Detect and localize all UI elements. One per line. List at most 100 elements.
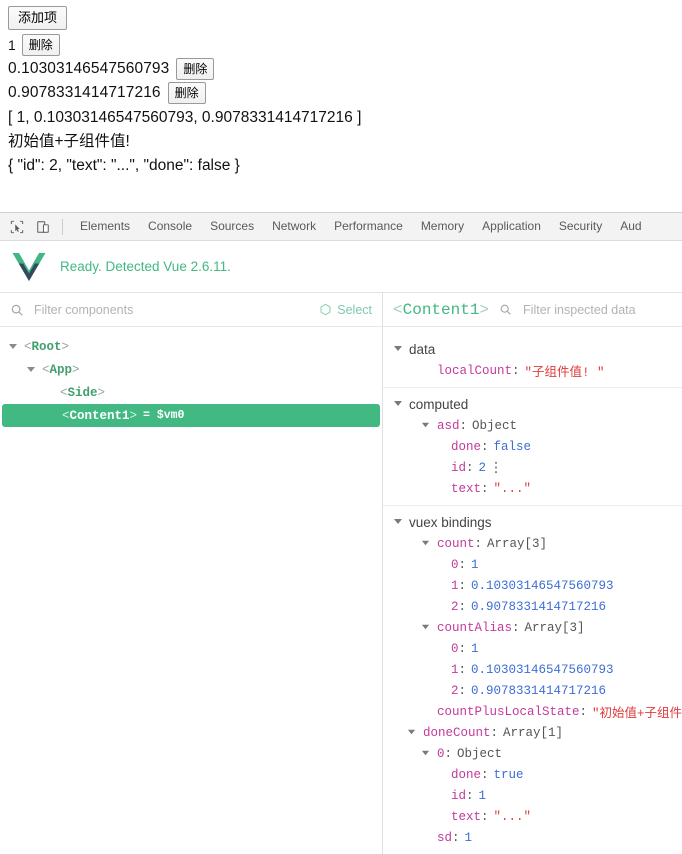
- search-icon: [10, 303, 24, 317]
- inspector-row[interactable]: countPlusLocalState: "初始值+子组件值! ": [383, 701, 682, 722]
- key-value-separator: :: [458, 557, 467, 572]
- inspector-key: 2: [451, 683, 459, 698]
- key-value-separator: :: [466, 460, 474, 475]
- inspector-key: countPlusLocalState: [437, 704, 580, 719]
- inspector-value: true: [493, 767, 524, 782]
- inspector-group-name: data: [409, 341, 436, 357]
- devtools-tab-application[interactable]: Application: [473, 213, 550, 240]
- inspector-row[interactable]: id:1: [383, 785, 682, 806]
- inspector-pane: <Content1> data localCount: "子组件值! " comput…: [383, 293, 682, 854]
- item-value: 0.9078331414717216: [8, 84, 161, 102]
- tree-node-label: <Side>: [60, 385, 106, 400]
- inspector-row[interactable]: 1:0.10303146547560793: [383, 575, 682, 596]
- inspector-key: 0: [437, 746, 445, 761]
- component-filter-input[interactable]: [32, 301, 320, 318]
- delete-item-button[interactable]: 删除: [176, 58, 215, 81]
- inspector-key: 0: [451, 557, 459, 572]
- inspector-row[interactable]: text: "...": [383, 806, 682, 827]
- inspector-group-header[interactable]: computed: [383, 393, 682, 415]
- inspector-value: Object: [457, 746, 503, 761]
- devtools-tab-sources[interactable]: Sources: [201, 213, 263, 240]
- item-value: 0.10303146547560793: [8, 60, 170, 78]
- item-row: 0.9078331414717216 删除: [8, 82, 682, 105]
- tree-node-label: <Content1>: [62, 408, 138, 423]
- inspector-value: 1: [471, 641, 479, 656]
- chevron-down-icon[interactable]: [8, 341, 20, 353]
- devtools-tab-network[interactable]: Network: [263, 213, 325, 240]
- devtools-tab-memory[interactable]: Memory: [412, 213, 473, 240]
- inspector-row[interactable]: done: true: [383, 764, 682, 785]
- inspector-value: Array[1]: [503, 725, 564, 740]
- row-actions-icon[interactable]: [494, 461, 498, 474]
- devtools-tab-elements[interactable]: Elements: [71, 213, 139, 240]
- inspector-row[interactable]: count: Array[3]: [383, 533, 682, 554]
- inspector-group-header[interactable]: data: [383, 338, 682, 360]
- inspector-row[interactable]: doneCount: Array[1]: [383, 722, 682, 743]
- chevron-down-icon[interactable]: [421, 622, 433, 634]
- tree-node-label: <Root>: [24, 339, 70, 354]
- chevron-down-icon[interactable]: [26, 364, 38, 376]
- devtools-tab-performance[interactable]: Performance: [325, 213, 412, 240]
- add-item-button[interactable]: 添加项: [8, 6, 68, 30]
- inspector-value: Object: [472, 418, 518, 433]
- key-value-separator: :: [512, 620, 520, 635]
- delete-item-button[interactable]: 删除: [21, 34, 60, 57]
- device-toolbar-icon[interactable]: [32, 217, 54, 237]
- chevron-down-icon[interactable]: [421, 748, 433, 760]
- web-page-content: 添加项 1 删除 0.10303146547560793 删除 0.9078331414…: [0, 0, 682, 212]
- inspector-filter-input[interactable]: [521, 301, 682, 318]
- key-value-separator: :: [458, 578, 467, 593]
- inspector-row[interactable]: asd: Object: [383, 415, 682, 436]
- inspector-group-header[interactable]: vuex bindings: [383, 511, 682, 533]
- inspector-key: done: [451, 767, 482, 782]
- component-tree: <Root> <App> <Side> <Content1> = $vm0: [0, 327, 382, 427]
- inspector-row[interactable]: id:2: [383, 457, 682, 478]
- tree-node-side[interactable]: <Side>: [0, 381, 382, 404]
- tree-node-root[interactable]: <Root>: [0, 335, 382, 358]
- inspector-row[interactable]: 1:0.10303146547560793: [383, 659, 682, 680]
- screenshot-root: 添加项 1 删除 0.10303146547560793 删除 0.9078331414…: [0, 0, 682, 854]
- inspector-group-vuex-bindings: vuex bindings count: Array[3] 0:1 1:0.103031…: [383, 506, 682, 854]
- inspector-key: 0: [451, 641, 459, 656]
- inspector-row[interactable]: localCount: "子组件值! ": [383, 360, 682, 381]
- chevron-down-icon[interactable]: [393, 516, 405, 528]
- inspect-element-icon[interactable]: [6, 217, 28, 237]
- inspector-row[interactable]: 0:1: [383, 554, 682, 575]
- inspector-row[interactable]: sd:1: [383, 827, 682, 848]
- key-value-separator: :: [458, 641, 467, 656]
- component-tree-pane: Select <Root> <App> <Side> <Content1> = $vm0: [0, 293, 383, 854]
- chevron-down-icon[interactable]: [393, 398, 405, 410]
- inspector-key: id: [451, 460, 467, 475]
- select-component-button[interactable]: Select: [319, 303, 372, 317]
- inspector-row[interactable]: done: false: [383, 436, 682, 457]
- tree-node-content1[interactable]: <Content1> = $vm0: [2, 404, 380, 427]
- devtools-tab-security[interactable]: Security: [550, 213, 611, 240]
- inspector-header: <Content1>: [383, 293, 682, 327]
- inspector-row[interactable]: countAlias: Array[3]: [383, 617, 682, 638]
- inspector-group-data: data localCount: "子组件值! ": [383, 333, 682, 388]
- inspector-row[interactable]: text: "...": [383, 478, 682, 499]
- vue-ready-status: Ready. Detected Vue 2.6.11.: [60, 259, 231, 274]
- inspector-value: 1: [464, 830, 473, 845]
- inspector-group-name: computed: [409, 396, 469, 412]
- tree-node-app[interactable]: <App>: [0, 358, 382, 381]
- inspector-row[interactable]: 2:0.9078331414717216: [383, 680, 682, 701]
- inspector-row[interactable]: 2:0.9078331414717216: [383, 596, 682, 617]
- inspector-row[interactable]: 0: Object: [383, 743, 682, 764]
- inspector-value: 2: [478, 460, 487, 475]
- chevron-down-icon[interactable]: [421, 420, 433, 432]
- chevron-down-icon[interactable]: [407, 727, 419, 739]
- inspector-value: 1: [471, 557, 479, 572]
- inspector-value: 0.10303146547560793: [471, 662, 614, 677]
- select-target-icon: [319, 303, 332, 316]
- devtools-tab-aud[interactable]: Aud: [611, 213, 650, 240]
- delete-item-button[interactable]: 删除: [167, 82, 206, 105]
- key-value-separator: :: [579, 704, 588, 719]
- inspector-row[interactable]: 0:1: [383, 638, 682, 659]
- chevron-down-icon[interactable]: [421, 538, 433, 550]
- inspector-value: "...": [493, 809, 532, 824]
- vue-logo-icon: [12, 252, 46, 282]
- devtools-tab-console[interactable]: Console: [139, 213, 201, 240]
- inspector-value: 1: [478, 788, 487, 803]
- chevron-down-icon[interactable]: [393, 343, 405, 355]
